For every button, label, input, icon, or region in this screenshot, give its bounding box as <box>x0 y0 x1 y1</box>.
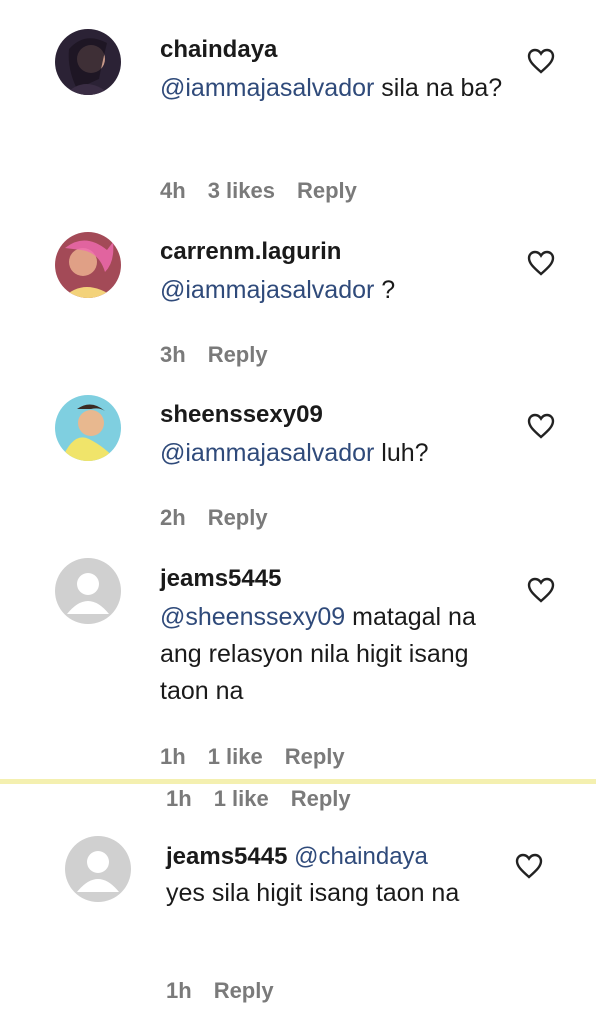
reply-button[interactable]: Reply <box>208 505 268 530</box>
comment-mention[interactable]: @iammajasalvador <box>160 74 374 102</box>
comment-header: jeams5445 @chaindaya <box>166 843 486 871</box>
heart-outline-icon[interactable] <box>527 48 555 74</box>
comment-text: yes sila higit isang taon na <box>166 879 460 907</box>
comment-username[interactable]: jeams5445 <box>166 843 287 870</box>
comment-likes[interactable]: 1 like <box>208 744 263 769</box>
reply-button[interactable]: Reply <box>214 978 274 1003</box>
comment-time: 1h <box>166 786 192 811</box>
comment-mention[interactable]: @iammajasalvador <box>160 439 374 467</box>
comment-time: 3h <box>160 342 186 367</box>
heart-outline-icon[interactable] <box>527 413 555 439</box>
reply-button[interactable]: Reply <box>285 744 345 769</box>
screenshot-seam <box>0 779 596 784</box>
comment-text: @sheenssexy09 matagal na ang relasyon ni… <box>160 603 476 705</box>
heart-outline-icon[interactable] <box>515 853 543 879</box>
user-avatar[interactable] <box>55 232 121 298</box>
comment-time: 2h <box>160 505 186 530</box>
heart-outline-icon[interactable] <box>527 250 555 276</box>
default-avatar-icon[interactable] <box>55 558 121 624</box>
comment-username[interactable]: sheenssexy09 <box>160 401 520 429</box>
user-avatar[interactable] <box>55 395 121 461</box>
comment-likes[interactable]: 1 like <box>214 786 269 811</box>
reply-button[interactable]: Reply <box>291 786 351 811</box>
user-avatar[interactable] <box>55 29 121 95</box>
comment-time: 1h <box>160 744 186 769</box>
comment-text: @iammajasalvador ? <box>160 276 396 304</box>
comment-text: @iammajasalvador luh? <box>160 439 429 467</box>
comment-meta: 1h Reply <box>166 978 296 1004</box>
default-avatar-icon[interactable] <box>65 836 131 902</box>
reply-button[interactable]: Reply <box>208 342 268 367</box>
comment-meta: 4h 3 likes Reply <box>160 178 379 204</box>
comment-username[interactable]: carrenm.lagurin <box>160 238 520 266</box>
comment-meta: 1h 1 like Reply <box>166 786 373 812</box>
comment-time: 4h <box>160 178 186 203</box>
comment-meta: 3h Reply <box>160 342 290 368</box>
heart-outline-icon[interactable] <box>527 577 555 603</box>
comment-mention[interactable]: @sheenssexy09 <box>160 603 345 631</box>
comment-time: 1h <box>166 978 192 1003</box>
comment-meta: 1h 1 like Reply <box>160 744 367 770</box>
comment-mention[interactable]: @chaindaya <box>294 843 428 870</box>
comment-likes[interactable]: 3 likes <box>208 178 275 203</box>
comment-username[interactable]: jeams5445 <box>160 565 520 593</box>
comment-username[interactable]: chaindaya <box>160 36 520 64</box>
reply-button[interactable]: Reply <box>297 178 357 203</box>
comment-text: @iammajasalvador sila na ba? <box>160 74 503 102</box>
comment-mention[interactable]: @iammajasalvador <box>160 276 374 304</box>
comment-meta: 2h Reply <box>160 505 290 531</box>
